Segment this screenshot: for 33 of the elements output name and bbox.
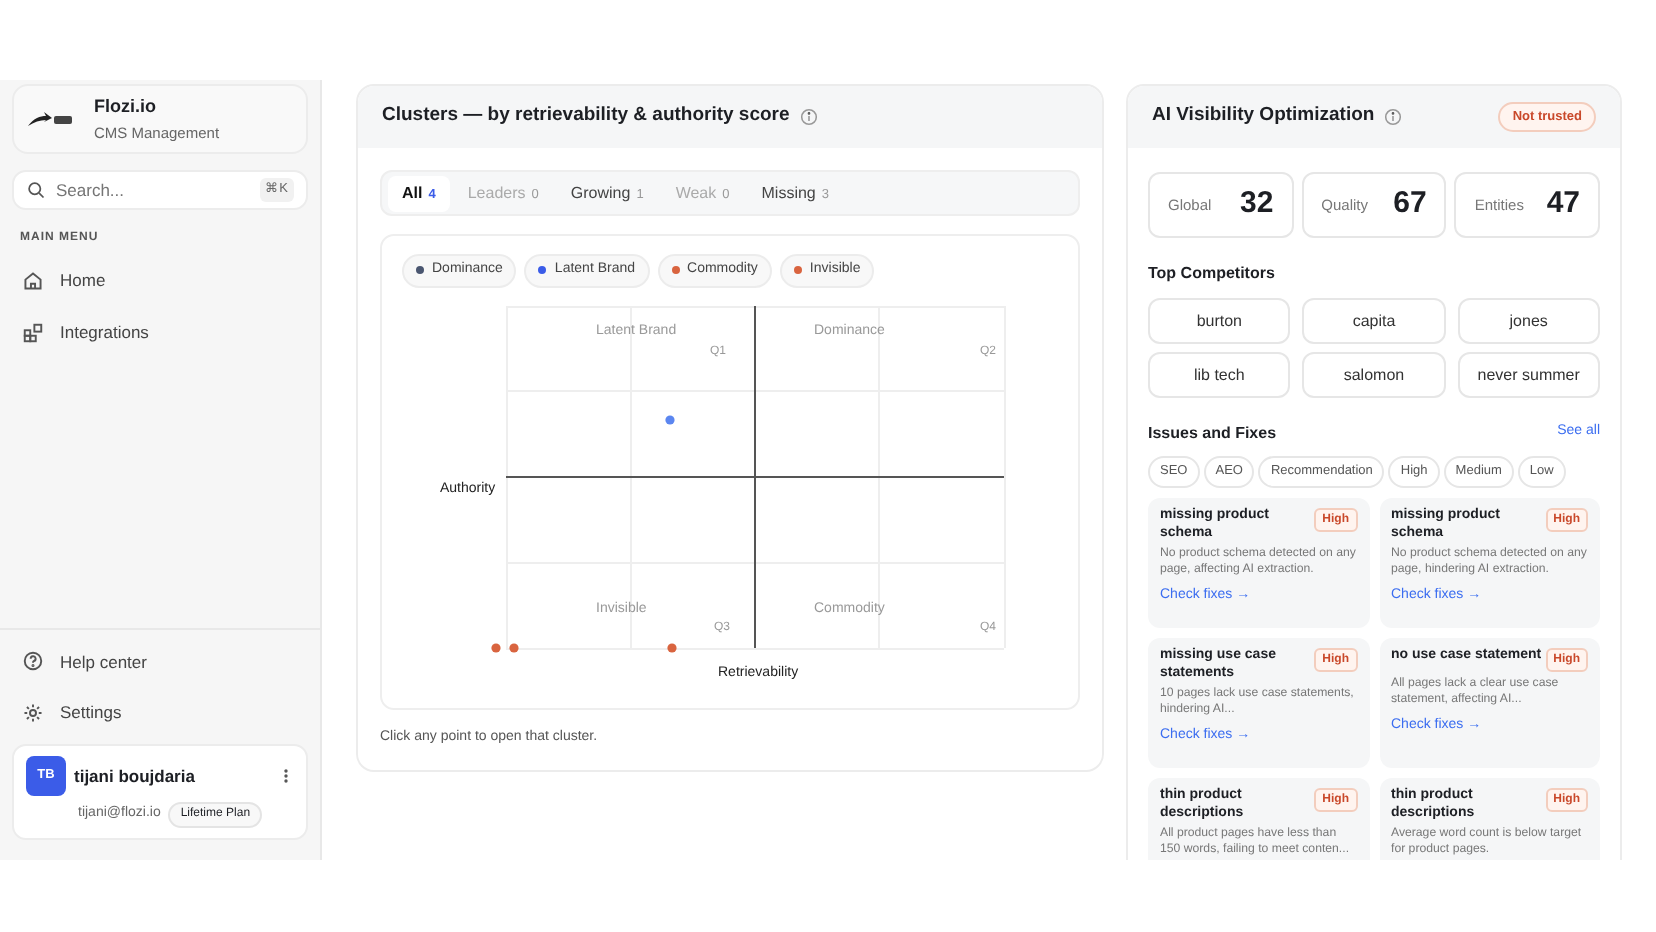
more-icon[interactable] bbox=[278, 765, 294, 786]
user-name: tijani boujdaria bbox=[74, 763, 195, 789]
sidebar-item[interactable]: Home bbox=[12, 260, 308, 302]
section-title: Top Competitors bbox=[1148, 262, 1277, 286]
search-icon bbox=[26, 180, 46, 200]
panel-title: Clusters — by retrievability & authority score bbox=[382, 102, 790, 131]
sidebar-item[interactable]: Integrations bbox=[12, 311, 308, 353]
stat-value: 67 bbox=[1393, 184, 1427, 225]
stat-value: 32 bbox=[1239, 184, 1274, 225]
panel-title: AI Visibility Optimization bbox=[1152, 102, 1375, 131]
info-icon bbox=[799, 108, 818, 126]
competitor-button[interactable]: never summer bbox=[1457, 352, 1600, 398]
home-icon bbox=[22, 269, 44, 292]
data-point[interactable] bbox=[667, 643, 677, 653]
logo-icon bbox=[26, 109, 74, 129]
grid-icon bbox=[22, 321, 44, 344]
data-point[interactable] bbox=[491, 643, 501, 653]
competitor-button[interactable]: salomon bbox=[1302, 352, 1446, 398]
competitor-button[interactable]: burton bbox=[1148, 298, 1291, 344]
sidebar-item[interactable]: Settings bbox=[12, 692, 308, 734]
search-input[interactable]: Search... bbox=[56, 177, 236, 203]
help-icon bbox=[22, 650, 44, 673]
info-icon bbox=[1384, 108, 1403, 126]
competitor-button[interactable]: jones bbox=[1457, 298, 1600, 344]
settings-icon bbox=[22, 702, 44, 725]
data-point[interactable] bbox=[509, 643, 519, 653]
competitor-button[interactable]: lib tech bbox=[1148, 352, 1291, 398]
stat-value: 47 bbox=[1546, 184, 1581, 225]
section-title: Issues and Fixes bbox=[1148, 422, 1277, 446]
brand-name: Flozi.io bbox=[94, 94, 158, 121]
competitor-button[interactable]: capita bbox=[1302, 298, 1446, 344]
data-point[interactable] bbox=[665, 415, 675, 425]
sidebar-item[interactable]: Help center bbox=[12, 641, 308, 683]
